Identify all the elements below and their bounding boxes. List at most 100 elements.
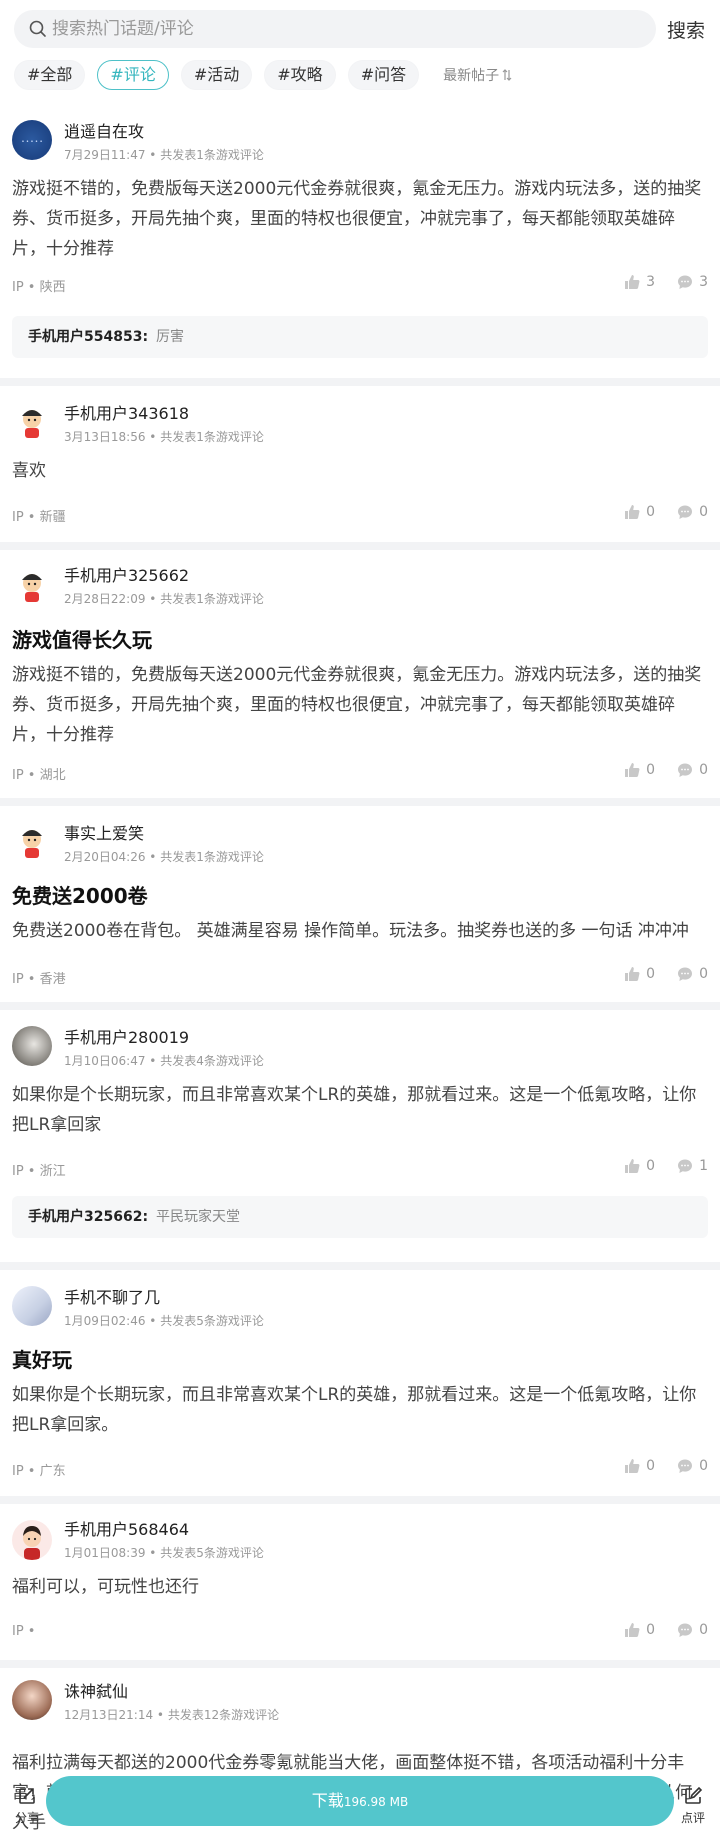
comment-count: 0 <box>699 1622 708 1638</box>
sort-arrows-icon <box>502 69 512 81</box>
like-count: 0 <box>646 1458 656 1474</box>
username[interactable]: 诛神弑仙 <box>64 1678 128 1702</box>
post-stats: 0 0 <box>602 762 708 778</box>
avatar[interactable] <box>12 1026 52 1066</box>
ip-location: IP • 新疆 <box>12 510 66 525</box>
post-stats: 0 0 <box>602 966 708 982</box>
post-card[interactable]: • • • • • 逍遥自在攻 7月29日11:47 • 共发表1条游戏评论 游… <box>0 104 720 378</box>
tag-review[interactable]: #评论 <box>97 60 169 90</box>
search-button[interactable]: 搜索 <box>667 16 705 43</box>
tag-all[interactable]: #全部 <box>14 60 86 90</box>
post-title[interactable]: 免费送2000卷 <box>12 880 148 909</box>
comment-count: 0 <box>699 966 708 982</box>
post-stats: 0 1 <box>602 1158 708 1174</box>
like-count: 0 <box>646 966 656 982</box>
thumbs-up-icon <box>625 1623 640 1637</box>
like-button[interactable]: 0 <box>624 1458 655 1474</box>
avatar[interactable] <box>12 566 52 606</box>
post-stats: 0 0 <box>602 1622 708 1638</box>
post-stats: 3 3 <box>602 274 708 290</box>
reply-user[interactable]: 手机用户325662: <box>28 1209 148 1225</box>
download-size: 196.98 MB <box>343 1795 409 1809</box>
post-meta: 2月20日04:26 • 共发表1条游戏评论 <box>64 850 264 864</box>
reply-user[interactable]: 手机用户554853: <box>28 329 148 345</box>
comment-icon <box>678 1159 693 1173</box>
comment-button[interactable]: 0 <box>677 1622 708 1638</box>
like-count: 0 <box>646 762 656 778</box>
username[interactable]: 手机用户325662 <box>64 562 189 586</box>
post-card[interactable]: 手机用户343618 3月13日18:56 • 共发表1条游戏评论 喜欢 IP … <box>0 386 720 542</box>
comment-count: 0 <box>699 1458 708 1474</box>
download-button[interactable]: 下载196.98 MB <box>46 1776 674 1826</box>
avatar[interactable] <box>12 822 52 862</box>
post-title[interactable]: 真好玩 <box>12 1344 72 1373</box>
username[interactable]: 逍遥自在攻 <box>64 118 144 142</box>
bottom-action-bar: 分享 下载196.98 MB 点评 <box>0 1766 720 1833</box>
avatar[interactable]: • • • • • <box>12 120 52 160</box>
edit-icon <box>685 1786 703 1804</box>
download-label: 下载 <box>311 1791 344 1810</box>
avatar[interactable] <box>12 1286 52 1326</box>
like-button[interactable]: 0 <box>624 1622 655 1638</box>
username[interactable]: 事实上爱笑 <box>64 820 144 844</box>
post-content[interactable]: 喜欢 <box>12 456 708 486</box>
thumbs-up-icon <box>625 1159 640 1173</box>
post-content[interactable]: 如果你是个长期玩家，而且非常喜欢某个LR的英雄，那就看过来。这是一个低氪攻略，让… <box>12 1080 708 1140</box>
comment-button[interactable]: 0 <box>677 966 708 982</box>
post-title[interactable]: 游戏值得长久玩 <box>12 624 152 653</box>
comment-button[interactable]: 0 <box>677 762 708 778</box>
post-card[interactable]: 事实上爱笑 2月20日04:26 • 共发表1条游戏评论 免费送2000卷 免费… <box>0 806 720 1002</box>
ip-location: IP • 广东 <box>12 1464 66 1479</box>
review-label: 点评 <box>680 1811 705 1825</box>
post-content[interactable]: 福利可以，可玩性也还行 <box>12 1572 708 1602</box>
thumbs-up-icon <box>625 275 640 289</box>
post-meta: 7月29日11:47 • 共发表1条游戏评论 <box>64 148 264 162</box>
reply-preview[interactable]: 手机用户325662: 平民玩家天堂 <box>12 1196 708 1238</box>
post-content[interactable]: 游戏挺不错的，免费版每天送2000元代金券就很爽，氪金无压力。游戏内玩法多，送的… <box>12 174 708 264</box>
review-button[interactable]: 点评 <box>678 1786 708 1826</box>
post-meta: 1月01日08:39 • 共发表5条游戏评论 <box>64 1546 264 1560</box>
comment-button[interactable]: 3 <box>677 274 708 290</box>
like-button[interactable]: 0 <box>624 966 655 982</box>
avatar[interactable] <box>12 1520 52 1560</box>
comment-button[interactable]: 0 <box>677 1458 708 1474</box>
username[interactable]: 手机用户280019 <box>64 1024 189 1048</box>
username[interactable]: 手机用户568464 <box>64 1516 189 1540</box>
username[interactable]: 手机用户343618 <box>64 400 189 424</box>
comment-count: 3 <box>699 274 708 290</box>
avatar[interactable] <box>12 1680 52 1720</box>
comment-icon <box>678 967 693 981</box>
sort-dropdown[interactable]: 最新帖子 <box>443 65 512 85</box>
share-button[interactable]: 分享 <box>12 1786 42 1826</box>
username[interactable]: 手机不聊了几 <box>64 1284 160 1308</box>
like-button[interactable]: 3 <box>624 274 655 290</box>
search-box[interactable] <box>14 10 656 48</box>
ip-location: IP • 陕西 <box>12 280 66 295</box>
comment-button[interactable]: 1 <box>677 1158 708 1174</box>
post-content[interactable]: 如果你是个长期玩家，而且非常喜欢某个LR的英雄，那就看过来。这是一个低氪攻略，让… <box>12 1380 708 1440</box>
avatar-logo-icon: • • • • • <box>21 139 42 145</box>
svg-text:• • • • •: • • • • • <box>21 139 42 145</box>
like-count: 0 <box>646 504 656 520</box>
ip-location: IP • 浙江 <box>12 1164 66 1179</box>
post-card[interactable]: 手机用户280019 1月10日06:47 • 共发表4条游戏评论 如果你是个长… <box>0 1010 720 1262</box>
comment-button[interactable]: 0 <box>677 504 708 520</box>
post-card[interactable]: 手机不聊了几 1月09日02:46 • 共发表5条游戏评论 真好玩 如果你是个长… <box>0 1270 720 1496</box>
post-card[interactable]: 手机用户325662 2月28日22:09 • 共发表1条游戏评论 游戏值得长久… <box>0 550 720 798</box>
post-stats: 0 0 <box>602 1458 708 1474</box>
tag-activity[interactable]: #活动 <box>180 60 253 90</box>
avatar[interactable] <box>12 402 52 442</box>
comment-icon <box>678 275 693 289</box>
post-content[interactable]: 游戏挺不错的，免费版每天送2000元代金券就很爽，氪金无压力。游戏内玩法多，送的… <box>12 660 708 750</box>
tag-qa[interactable]: #问答 <box>347 60 420 90</box>
post-content[interactable]: 免费送2000卷在背包。 英雄满星容易 操作简单。玩法多。抽奖券也送的多 一句话… <box>12 916 708 946</box>
reply-preview[interactable]: 手机用户554853: 厉害 <box>12 316 708 358</box>
reply-text: 厉害 <box>156 329 185 345</box>
like-button[interactable]: 0 <box>624 504 655 520</box>
search-input[interactable] <box>52 10 642 48</box>
like-button[interactable]: 0 <box>624 762 655 778</box>
post-card[interactable]: 手机用户568464 1月01日08:39 • 共发表5条游戏评论 福利可以，可… <box>0 1504 720 1660</box>
like-button[interactable]: 0 <box>624 1158 655 1174</box>
tag-guide[interactable]: #攻略 <box>264 60 336 90</box>
share-icon <box>19 1788 35 1804</box>
